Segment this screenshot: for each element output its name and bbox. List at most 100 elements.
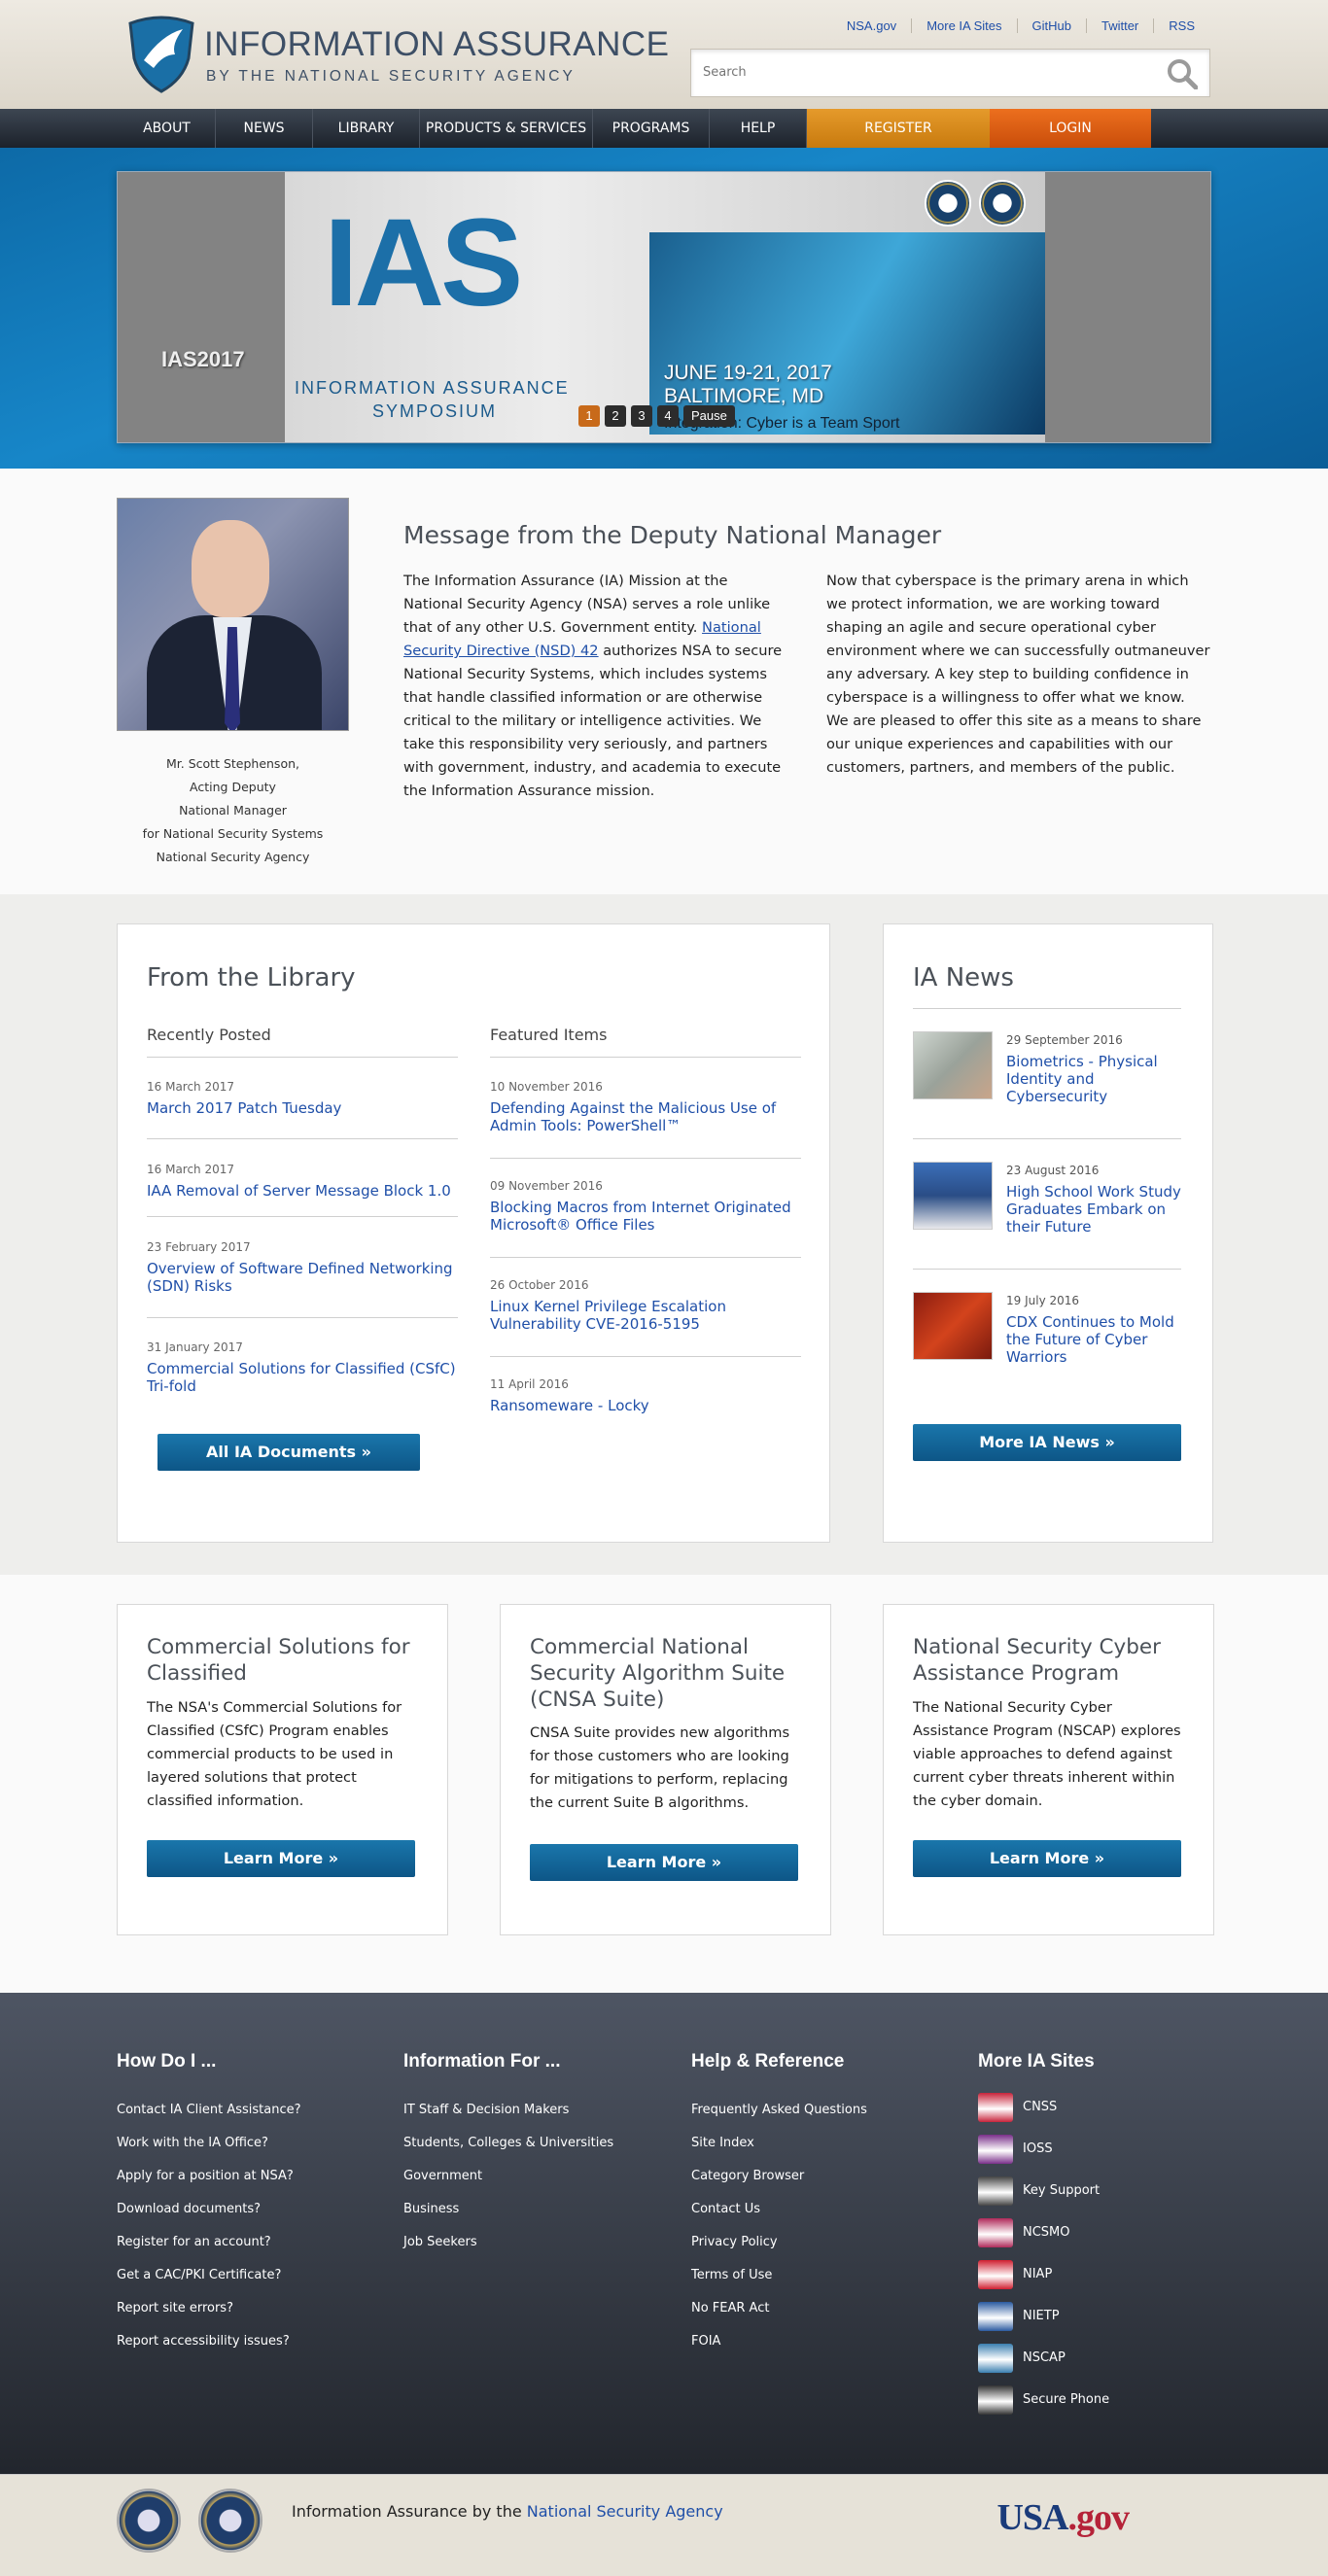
- more-ia-news-button[interactable]: More IA News »: [913, 1424, 1181, 1461]
- document-link[interactable]: March 2017 Patch Tuesday: [147, 1099, 458, 1117]
- nav-programs[interactable]: PROGRAMS: [593, 109, 710, 148]
- footer-heading: How Do I ...: [117, 2051, 217, 2071]
- footer-link[interactable]: Report accessibility issues?: [117, 2325, 301, 2358]
- document-link[interactable]: Overview of Software Defined Networking …: [147, 1260, 458, 1295]
- list-item: 09 November 2016 Blocking Macros from Int…: [490, 1179, 801, 1234]
- site-link-niap[interactable]: NIAP: [978, 2253, 1109, 2295]
- nsa-link[interactable]: National Security Agency: [527, 2502, 723, 2521]
- nav-library[interactable]: LIBRARY: [313, 109, 420, 148]
- news-title: IA News: [913, 963, 1014, 992]
- css-seal-icon[interactable]: [198, 2489, 262, 2553]
- list-item: 16 March 2017 March 2017 Patch Tuesday: [147, 1080, 458, 1117]
- document-link[interactable]: Defending Against the Malicious Use of A…: [490, 1099, 801, 1134]
- ncsmo-logo-icon: [978, 2217, 1013, 2247]
- banner-art: IAS INFORMATION ASSURANCE SYMPOSIUM JUNE…: [285, 172, 1045, 442]
- footer-link[interactable]: Report site errors?: [117, 2292, 301, 2325]
- footer-link[interactable]: Privacy Policy: [691, 2226, 867, 2259]
- news-thumbnail[interactable]: [913, 1292, 993, 1360]
- nav-help[interactable]: HELP: [710, 109, 807, 148]
- learn-more-button[interactable]: Learn More »: [147, 1840, 415, 1877]
- slide-2-button[interactable]: 2: [605, 405, 626, 427]
- bottom-bar: Information Assurance by the National Se…: [0, 2474, 1328, 2576]
- list-item: 31 January 2017 Commercial Solutions for …: [147, 1340, 458, 1395]
- program-title: Commercial National Security Algorithm S…: [530, 1635, 786, 1712]
- footer-link[interactable]: Job Seekers: [403, 2226, 613, 2259]
- footer-link[interactable]: Get a CAC/PKI Certificate?: [117, 2259, 301, 2292]
- slide-1-button[interactable]: 1: [578, 405, 600, 427]
- news-thumbnail[interactable]: [913, 1031, 993, 1099]
- news-link[interactable]: CDX Continues to Mold the Future of Cybe…: [1006, 1313, 1185, 1366]
- pause-button[interactable]: Pause: [683, 405, 735, 427]
- list-item: 23 February 2017 Overview of Software Def…: [147, 1240, 458, 1295]
- top-link-more-ia-sites[interactable]: More IA Sites: [911, 18, 1016, 33]
- list-item: 10 November 2016 Defending Against the Ma…: [490, 1080, 801, 1134]
- news-link[interactable]: High School Work Study Graduates Embark …: [1006, 1183, 1185, 1236]
- footer-link[interactable]: Register for an account?: [117, 2226, 301, 2259]
- footer-link[interactable]: Business: [403, 2193, 613, 2226]
- footer-link[interactable]: Students, Colleges & Universities: [403, 2127, 613, 2160]
- nav-register[interactable]: REGISTER: [807, 109, 990, 148]
- key-support-logo-icon: [978, 2176, 1013, 2206]
- site-link-nscap[interactable]: NSCAP: [978, 2337, 1109, 2379]
- site-link-secure-phone[interactable]: Secure Phone: [978, 2379, 1109, 2420]
- site-link-key-support[interactable]: Key Support: [978, 2170, 1109, 2211]
- site-link-nietp[interactable]: NIETP: [978, 2295, 1109, 2337]
- library-section: From the Library Recently Posted Feature…: [0, 894, 1328, 1575]
- banner-line1: INFORMATION ASSURANCE: [295, 378, 570, 398]
- search-input[interactable]: [691, 50, 1138, 94]
- slide-3-button[interactable]: 3: [631, 405, 652, 427]
- document-link[interactable]: Linux Kernel Privilege Escalation Vulner…: [490, 1298, 801, 1333]
- nav-login[interactable]: LOGIN: [990, 109, 1151, 148]
- message-title: Message from the Deputy National Manager: [403, 521, 942, 549]
- nav-products-services[interactable]: PRODUCTS & SERVICES: [420, 109, 593, 148]
- footer-link[interactable]: Site Index: [691, 2127, 867, 2160]
- footer-heading: Help & Reference: [691, 2051, 845, 2071]
- footer-link[interactable]: Apply for a position at NSA?: [117, 2160, 301, 2193]
- news-thumbnail[interactable]: [913, 1162, 993, 1230]
- document-link[interactable]: IAA Removal of Server Message Block 1.0: [147, 1182, 458, 1200]
- nav-news[interactable]: NEWS: [216, 109, 313, 148]
- portrait-caption: Mr. Scott Stephenson, Acting Deputy Nati…: [117, 752, 349, 869]
- footer-link[interactable]: Terms of Use: [691, 2259, 867, 2292]
- learn-more-button[interactable]: Learn More »: [530, 1844, 798, 1881]
- document-link[interactable]: Commercial Solutions for Classified (CSf…: [147, 1360, 458, 1395]
- search-icon[interactable]: [1167, 58, 1198, 89]
- site-link-cnss[interactable]: CNSS: [978, 2086, 1109, 2128]
- nscap-logo-icon: [978, 2343, 1013, 2373]
- document-link[interactable]: Blocking Macros from Internet Originated…: [490, 1199, 801, 1234]
- site-logo[interactable]: INFORMATION ASSURANCE BY THE NATIONAL SE…: [124, 16, 669, 93]
- footer-link[interactable]: Category Browser: [691, 2160, 867, 2193]
- site-link-ncsmo[interactable]: NCSMO: [978, 2211, 1109, 2253]
- footer-link[interactable]: Work with the IA Office?: [117, 2127, 301, 2160]
- nav-about[interactable]: ABOUT: [119, 109, 216, 148]
- learn-more-button[interactable]: Learn More »: [913, 1840, 1181, 1877]
- nsa-seal-icon: [925, 180, 971, 226]
- top-link-nsa[interactable]: NSA.gov: [832, 18, 911, 33]
- top-link-twitter[interactable]: Twitter: [1085, 18, 1153, 33]
- logo-subtitle: BY THE NATIONAL SECURITY AGENCY: [206, 68, 576, 85]
- slide-4-button[interactable]: 4: [657, 405, 679, 427]
- top-link-github[interactable]: GitHub: [1016, 18, 1086, 33]
- document-link[interactable]: Ransomeware - Locky: [490, 1397, 801, 1414]
- footer-link[interactable]: Government: [403, 2160, 613, 2193]
- footer-link[interactable]: IT Staff & Decision Makers: [403, 2094, 613, 2127]
- hero-banner[interactable]: IAS2017 IAS INFORMATION ASSURANCE SYMPOS…: [117, 171, 1211, 443]
- all-ia-documents-button[interactable]: All IA Documents »: [157, 1434, 420, 1471]
- usa-gov-logo[interactable]: USA.gov: [996, 2496, 1130, 2539]
- secure-phone-logo-icon: [978, 2385, 1013, 2415]
- footer-link[interactable]: Contact Us: [691, 2193, 867, 2226]
- nsa-seal-icon[interactable]: [117, 2489, 181, 2553]
- top-link-rss[interactable]: RSS: [1153, 18, 1209, 33]
- banner-year: IAS2017: [161, 347, 245, 371]
- footer-link[interactable]: No FEAR Act: [691, 2292, 867, 2325]
- footer-link[interactable]: FOIA: [691, 2325, 867, 2358]
- hero-section: IAS2017 IAS INFORMATION ASSURANCE SYMPOS…: [0, 148, 1328, 469]
- caption-line: National Manager: [179, 803, 287, 818]
- program-title: National Security Cyber Assistance Progr…: [913, 1635, 1161, 1686]
- footer-link[interactable]: Download documents?: [117, 2193, 301, 2226]
- site-link-ioss[interactable]: IOSS: [978, 2128, 1109, 2170]
- footer-link[interactable]: Contact IA Client Assistance?: [117, 2094, 301, 2127]
- footer-link[interactable]: Frequently Asked Questions: [691, 2094, 867, 2127]
- news-link[interactable]: Biometrics - Physical Identity and Cyber…: [1006, 1053, 1185, 1105]
- site-footer: How Do I ... Contact IA Client Assistanc…: [0, 1993, 1328, 2474]
